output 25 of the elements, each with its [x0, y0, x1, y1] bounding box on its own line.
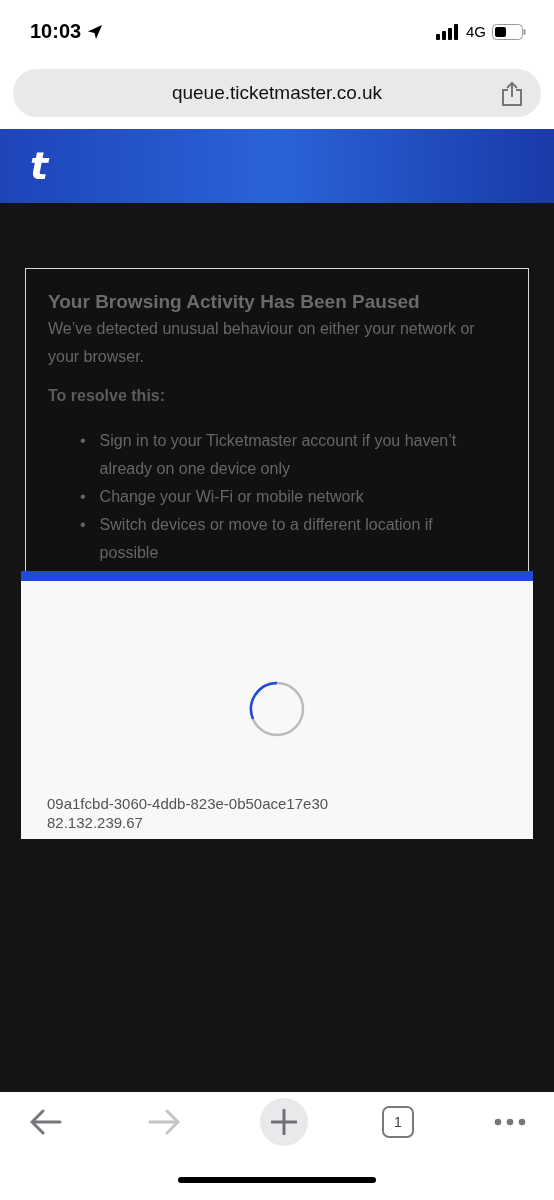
- step-item: Switch devices or move to a different location if possible: [99, 514, 434, 563]
- step-item: Sign in to your Ticketmaster account if you haven’t already on one device only: [99, 430, 458, 479]
- bullet-marker: •: [80, 430, 86, 451]
- tab-count-button[interactable]: 1: [382, 1106, 414, 1139]
- new-tab-button[interactable]: [260, 1098, 308, 1147]
- signal-icon: [436, 23, 460, 40]
- network-type: 4G: [466, 23, 486, 41]
- site-logo[interactable]: t: [30, 144, 49, 189]
- ip-address: 82.132.239.67: [47, 813, 144, 831]
- plus-icon: [271, 1109, 297, 1136]
- more-dots-icon: [494, 1118, 526, 1127]
- battery-icon: [492, 23, 526, 40]
- notice-message: We’ve detected unusual behaviour on either your network or your browser.: [48, 318, 476, 367]
- notice-title: Your Browsing Activity Has Been Paused: [48, 290, 421, 313]
- loading-spinner-icon: [249, 680, 305, 737]
- share-icon[interactable]: [501, 81, 523, 108]
- step-item: Change your Wi-Fi or mobile network: [99, 486, 364, 507]
- url-text: queue.ticketmaster.co.uk: [171, 82, 383, 105]
- session-id: 09a1fcbd-3060-4ddb-823e-0b50ace17e30: [47, 794, 330, 812]
- bullet-marker: •: [80, 514, 86, 535]
- bullet-marker: •: [80, 486, 86, 507]
- address-bar[interactable]: queue.ticketmaster.co.uk: [13, 69, 541, 118]
- clock-time: 10:03: [30, 20, 82, 44]
- location-arrow-icon: [87, 23, 104, 40]
- notice-subheading: To resolve this:: [48, 386, 167, 405]
